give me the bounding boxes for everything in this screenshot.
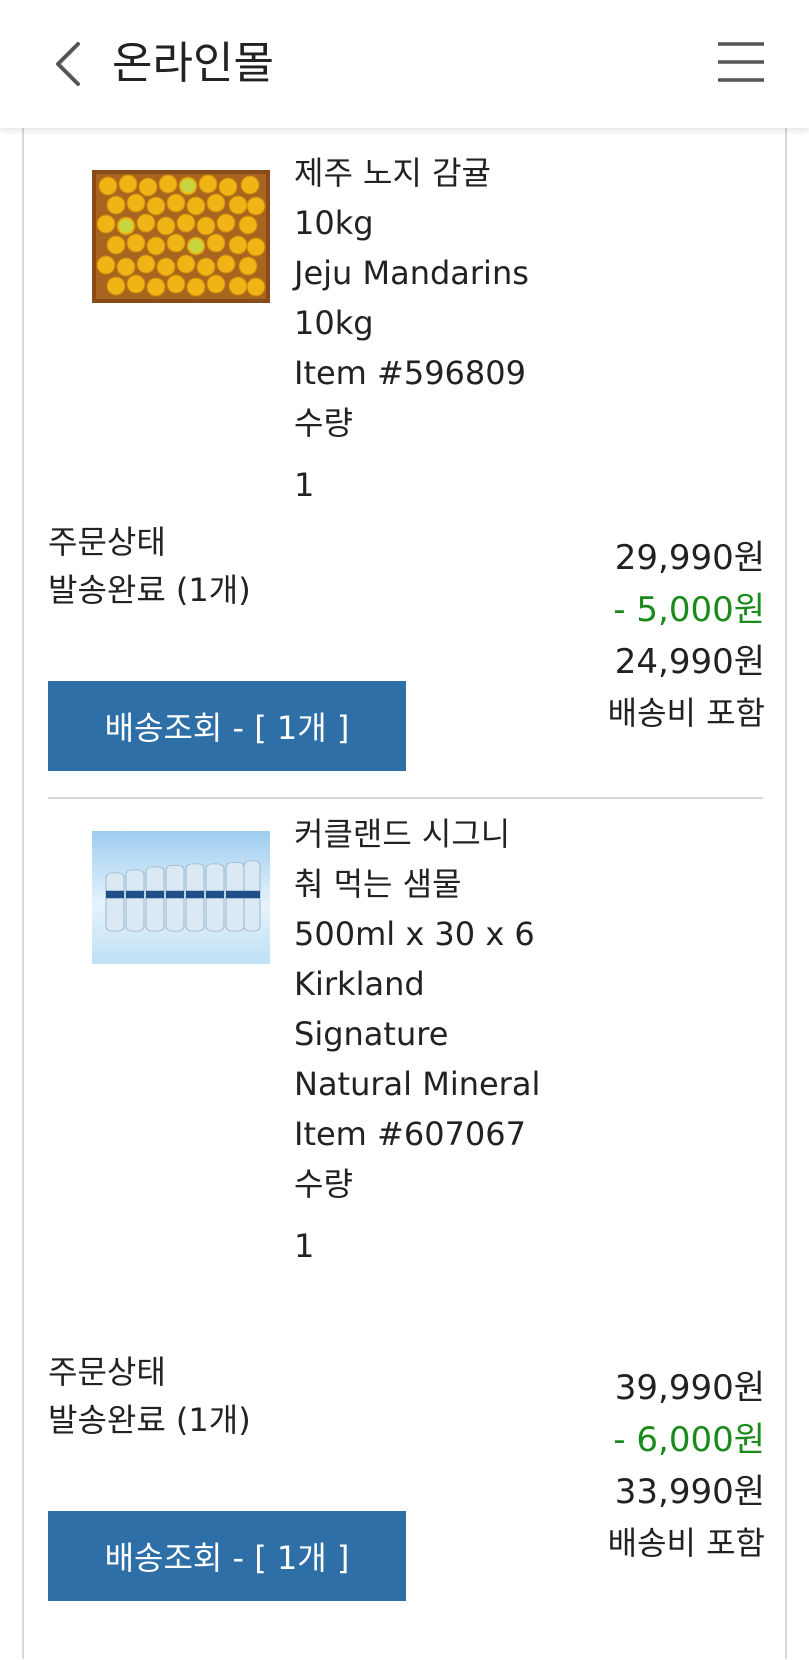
shipping-included-note: 배송비 포함 bbox=[607, 694, 765, 732]
product-name-line[interactable]: 500ml x 30 x 6 bbox=[294, 909, 594, 959]
discount-amount: - 6,000원 bbox=[613, 1420, 765, 1460]
hamburger-menu-icon[interactable] bbox=[716, 40, 766, 84]
item-number: Item #596809 bbox=[294, 354, 526, 392]
product-name-line[interactable]: 10kg bbox=[294, 298, 594, 348]
mandarin-box-image bbox=[92, 170, 270, 303]
discount-amount: - 5,000원 bbox=[613, 590, 765, 630]
order-list-panel: 제주 노지 감귤 10kg Jeju Mandarins 10kg Item #… bbox=[22, 128, 787, 1659]
product-name-line[interactable]: Natural Mineral bbox=[294, 1059, 594, 1109]
track-delivery-button[interactable]: 배송조회 - [ 1개 ] bbox=[48, 1511, 406, 1601]
product-name-line[interactable]: Signature bbox=[294, 1009, 594, 1059]
track-delivery-button[interactable]: 배송조회 - [ 1개 ] bbox=[48, 681, 406, 771]
original-price: 29,990원 bbox=[614, 538, 765, 578]
product-name-line[interactable]: 춰 먹는 샘물 bbox=[294, 859, 594, 909]
original-price: 39,990원 bbox=[614, 1368, 765, 1408]
order-status-value: 발송완료 (1개) bbox=[48, 571, 251, 609]
item-number: Item #607067 bbox=[294, 1115, 526, 1153]
quantity-value: 1 bbox=[294, 466, 315, 504]
app-header: 온라인몰 bbox=[0, 0, 809, 128]
quantity-value: 1 bbox=[294, 1227, 315, 1265]
order-item: 커클랜드 시그니 춰 먹는 샘물 500ml x 30 x 6 Kirkland… bbox=[24, 800, 785, 1660]
page-title: 온라인몰 bbox=[112, 38, 274, 89]
order-status-label: 주문상태 bbox=[48, 1353, 166, 1391]
quantity-label: 수량 bbox=[294, 1165, 353, 1203]
product-name-line[interactable]: 10kg bbox=[294, 198, 594, 248]
water-bottle-pack-image bbox=[92, 831, 270, 964]
product-info: 제주 노지 감귤 10kg Jeju Mandarins 10kg Item #… bbox=[294, 148, 594, 510]
product-name-line[interactable]: 커클랜드 시그니 bbox=[294, 809, 594, 859]
product-name-line[interactable]: Jeju Mandarins bbox=[294, 248, 594, 298]
product-name-line[interactable]: 제주 노지 감귤 bbox=[294, 148, 594, 198]
item-divider bbox=[48, 797, 763, 799]
shipping-included-note: 배송비 포함 bbox=[607, 1524, 765, 1562]
order-status-value: 발송완료 (1개) bbox=[48, 1401, 251, 1439]
product-name-line[interactable]: Kirkland bbox=[294, 959, 594, 1009]
order-status-label: 주문상태 bbox=[48, 523, 166, 561]
final-price: 33,990원 bbox=[614, 1472, 765, 1512]
product-info: 커클랜드 시그니 춰 먹는 샘물 500ml x 30 x 6 Kirkland… bbox=[294, 809, 594, 1271]
final-price: 24,990원 bbox=[614, 642, 765, 682]
chevron-left-icon[interactable] bbox=[48, 40, 88, 88]
order-item: 제주 노지 감귤 10kg Jeju Mandarins 10kg Item #… bbox=[24, 128, 785, 828]
quantity-label: 수량 bbox=[294, 404, 353, 442]
